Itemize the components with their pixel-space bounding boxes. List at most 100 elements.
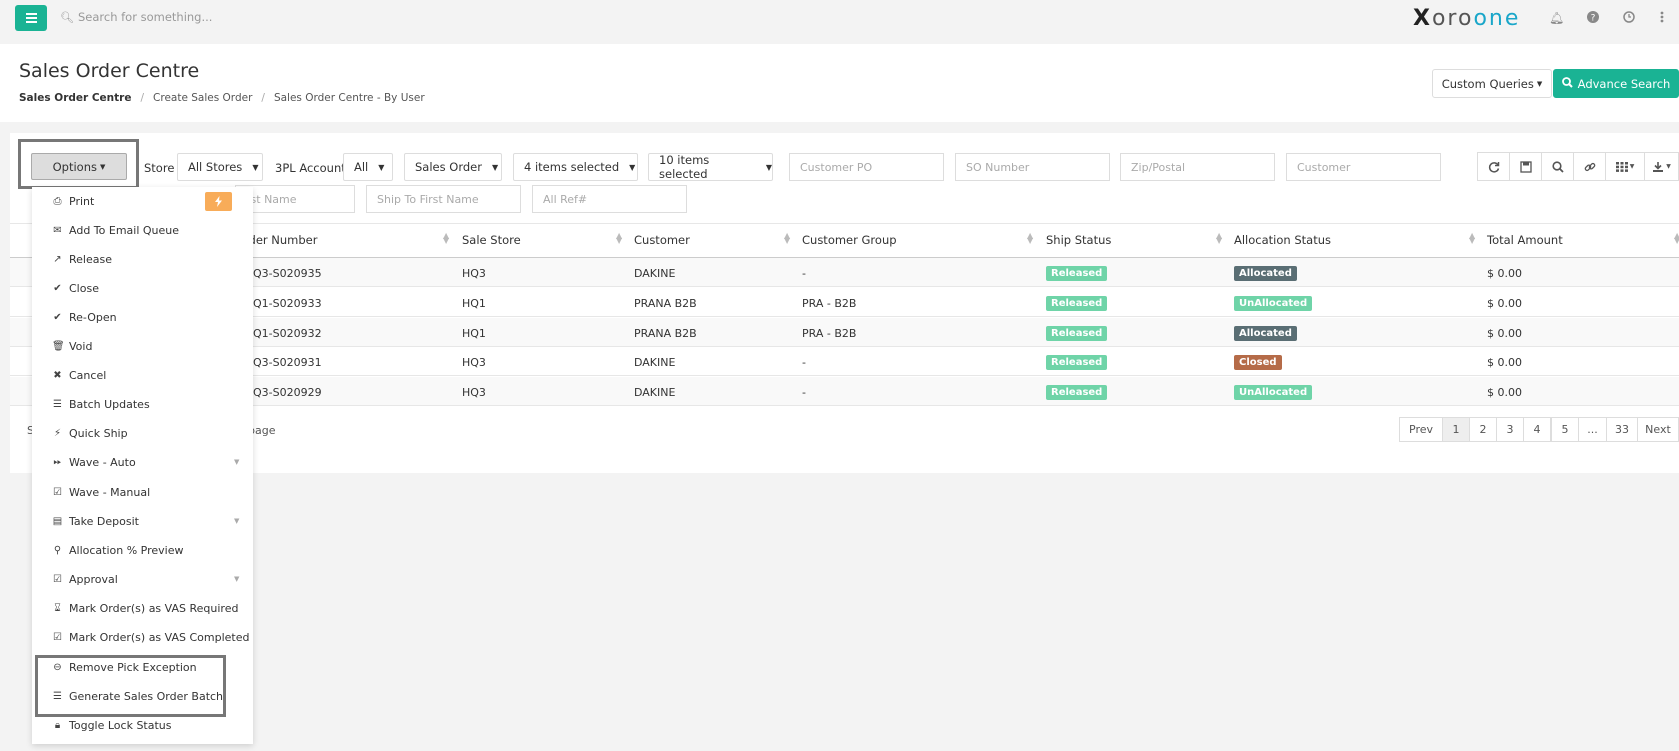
3pl-account-select[interactable]: All ▼ — [343, 153, 393, 181]
menu-item-void[interactable]: 🗑︎ Void — [52, 340, 92, 353]
pagination-page[interactable]: 2 — [1469, 417, 1497, 442]
menu-item-mark-order-s-as-vas-required[interactable]: ⌛︎ Mark Order(s) as VAS Required — [52, 602, 238, 615]
menu-toggle-button[interactable] — [15, 5, 47, 31]
list-icon: ☰ — [53, 399, 62, 410]
menu-item-batch-updates[interactable]: ☰ Batch Updates — [52, 398, 150, 411]
multi-select-1[interactable]: 4 items selected ▼ — [513, 153, 638, 181]
breadcrumb-item[interactable]: Sales Order Centre — [19, 92, 131, 104]
menu-item-cancel[interactable]: ✖ Cancel — [52, 369, 106, 382]
menu-item-re-open[interactable]: ✔ Re-Open — [52, 311, 116, 324]
columns-grid-icon[interactable]: ▼ — [1605, 152, 1645, 181]
breadcrumb-item[interactable]: Create Sales Order — [153, 92, 252, 104]
store-select[interactable]: All Stores ▼ — [177, 153, 263, 181]
hourglass-icon: ⌛︎ — [54, 603, 61, 614]
sort-icon[interactable]: ▲ ▼ — [784, 232, 790, 245]
breadcrumb: Sales Order Centre / Create Sales Order … — [19, 92, 425, 104]
sort-icon[interactable]: ▲ ▼ — [616, 232, 622, 245]
total-amount-cell: $ 0.00 — [1487, 356, 1522, 369]
pagination-page[interactable]: 1 — [1442, 417, 1470, 442]
sort-icon[interactable]: ▲ ▼ — [1674, 232, 1679, 245]
total-amount-cell: $ 0.00 — [1487, 267, 1522, 280]
options-button[interactable]: Options ▼ — [31, 153, 127, 180]
customer-group-cell: - — [802, 386, 806, 399]
menu-item-take-deposit[interactable]: ▤ Take Deposit — [52, 515, 139, 528]
advance-search-button[interactable]: Advance Search — [1553, 69, 1679, 98]
ship-to-first-name-input-partial[interactable]: rst Name — [235, 185, 355, 213]
envelope-icon: ✉ — [53, 225, 62, 236]
customer-input[interactable]: Customer — [1286, 153, 1441, 181]
help-icon[interactable]: ? — [1586, 11, 1600, 25]
sort-icon[interactable]: ▲ ▼ — [1216, 232, 1222, 245]
menu-item-allocation-preview[interactable]: ⚲ Allocation % Preview — [52, 544, 184, 557]
column-header-total-amount[interactable]: Total Amount — [1487, 233, 1563, 247]
caret-down-icon: ▼ — [1536, 79, 1543, 88]
menu-item-label: Mark Order(s) as VAS Completed — [69, 631, 250, 644]
sort-icon[interactable]: ▲ ▼ — [1027, 232, 1033, 245]
submenu-caret-icon[interactable]: ▼ — [234, 575, 239, 583]
all-ref-input[interactable]: All Ref# — [532, 185, 687, 213]
more-vertical-icon[interactable] — [1655, 11, 1669, 25]
top-navbar: 🔍︎ Search for something... Xoroone 🔔︎ ? — [0, 0, 1679, 44]
custom-queries-button[interactable]: Custom Queries ▼ — [1432, 69, 1552, 98]
breadcrumb-item[interactable]: Sales Order Centre - By User — [274, 92, 425, 104]
save-icon[interactable] — [1509, 152, 1542, 181]
sort-icon[interactable]: ▲ ▼ — [1469, 232, 1475, 245]
menu-item-close[interactable]: ✔ Close — [52, 282, 99, 295]
menu-item-add-to-email-queue[interactable]: ✉ Add To Email Queue — [52, 224, 179, 237]
customer-cell: PRANA B2B — [634, 297, 697, 310]
multi-select-2[interactable]: 10 items selected ▼ — [648, 153, 773, 181]
link-icon[interactable] — [1573, 152, 1606, 181]
search-icon: 🔍︎ — [60, 10, 74, 24]
so-number-input[interactable]: SO Number — [955, 153, 1110, 181]
clock-icon[interactable] — [1622, 11, 1636, 25]
menu-item-mark-order-s-as-vas-completed[interactable]: ☑ Mark Order(s) as VAS Completed — [52, 631, 249, 644]
menu-item-label: Release — [69, 253, 112, 266]
zip-postal-input[interactable]: Zip/Postal — [1120, 153, 1275, 181]
column-header-ship-status[interactable]: Ship Status — [1046, 233, 1111, 247]
sale-store-cell: HQ3 — [462, 386, 486, 399]
menu-item-wave-manual[interactable]: ☑ Wave - Manual — [52, 486, 150, 499]
column-header-sale-store[interactable]: Sale Store — [462, 233, 521, 247]
pagination-page[interactable]: 33 — [1606, 417, 1638, 442]
menu-item-print[interactable]: ⎙ Print — [52, 195, 95, 208]
search-icon[interactable] — [1541, 152, 1574, 181]
submenu-caret-icon[interactable]: ▼ — [234, 458, 239, 466]
menu-item-approval[interactable]: ☑ Approval — [52, 573, 118, 586]
customer-group-cell: - — [802, 356, 806, 369]
customer-group-cell: PRA - B2B — [802, 327, 857, 340]
bell-icon[interactable]: 🔔︎ — [1549, 11, 1564, 25]
submenu-caret-icon[interactable]: ▼ — [234, 517, 239, 525]
ship-status-badge: Released — [1046, 385, 1108, 400]
pagination-page[interactable]: 5 — [1551, 417, 1579, 442]
global-search-input[interactable]: 🔍︎ Search for something... — [60, 10, 212, 24]
sort-icon[interactable]: ▲ ▼ — [443, 232, 449, 245]
pagination-page[interactable]: 4 — [1523, 417, 1551, 442]
search-icon — [1561, 76, 1573, 91]
menu-item-label: Void — [69, 340, 93, 353]
sale-store-cell: HQ3 — [462, 356, 486, 369]
menu-item-quick-ship[interactable]: ⚡︎ Quick Ship — [52, 427, 128, 440]
download-icon[interactable]: ▼ — [1644, 152, 1679, 181]
order-type-select[interactable]: Sales Order ▼ — [404, 153, 502, 181]
allocation-status-badge: UnAllocated — [1234, 385, 1313, 400]
column-header-order-number[interactable]: rder Number — [244, 233, 317, 247]
column-header-allocation-status[interactable]: Allocation Status — [1234, 233, 1331, 247]
pagination-ellipsis: ... — [1578, 417, 1607, 442]
pagination-prev[interactable]: Prev — [1399, 417, 1443, 442]
3pl-account-label: 3PL Account — [275, 161, 346, 175]
refresh-icon[interactable] — [1477, 152, 1510, 181]
menu-item-label: Wave - Auto — [69, 456, 136, 469]
customer-po-input[interactable]: Customer PO — [789, 153, 944, 181]
oroone-logo: Xoroone — [1413, 6, 1521, 31]
column-header-customer[interactable]: Customer — [634, 233, 690, 247]
print-quick-button[interactable] — [205, 192, 232, 211]
customer-group-cell: - — [802, 267, 806, 280]
column-header-customer-group[interactable]: Customer Group — [802, 233, 897, 247]
menu-item-release[interactable]: ↗ Release — [52, 253, 112, 266]
menu-item-wave-auto[interactable]: ⏩︎ Wave - Auto — [52, 456, 136, 469]
pagination-page[interactable]: 3 — [1496, 417, 1524, 442]
ship-to-first-name-input[interactable]: Ship To First Name — [366, 185, 521, 213]
pagination-next[interactable]: Next — [1637, 417, 1679, 442]
check-square-icon: ☑ — [53, 632, 62, 643]
menu-item-toggle-lock-status[interactable]: 🔒︎ Toggle Lock Status — [52, 719, 172, 732]
